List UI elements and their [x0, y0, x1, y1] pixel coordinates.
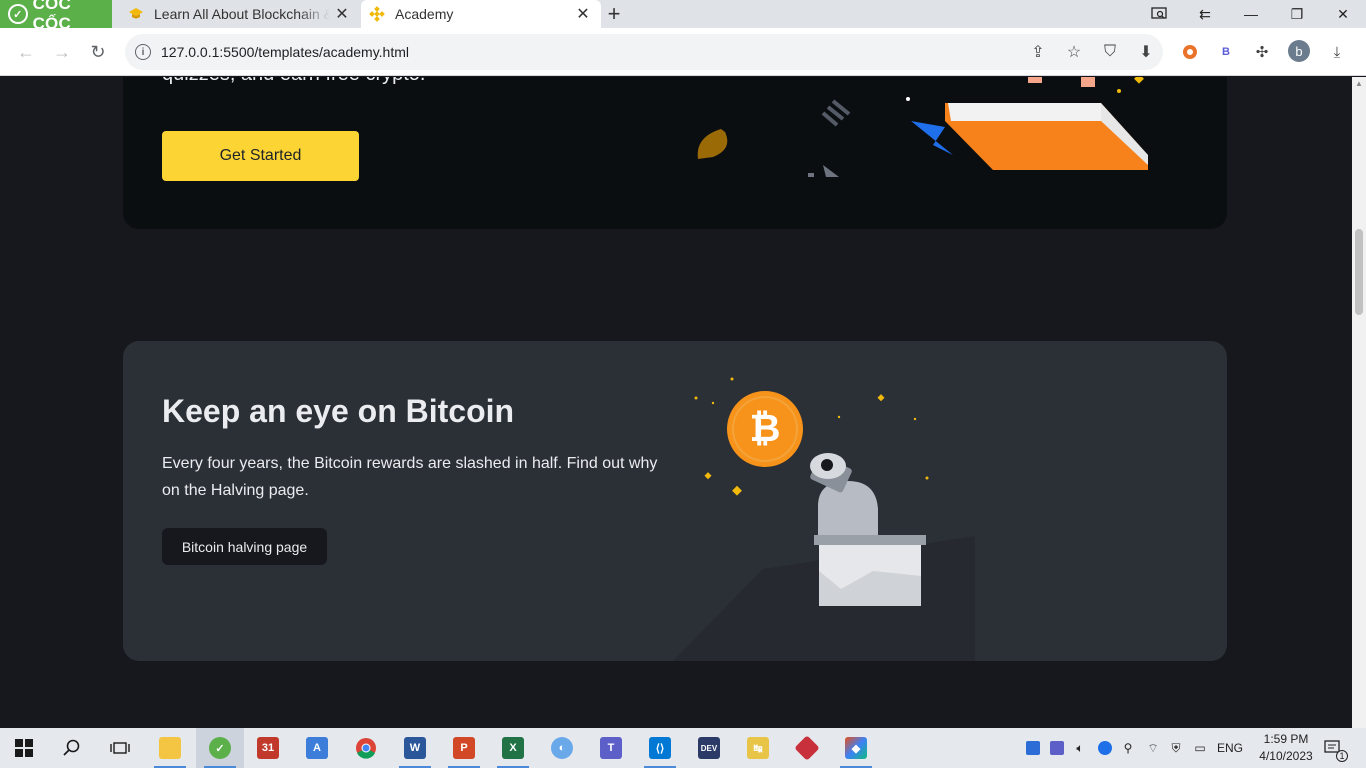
downloads-icon[interactable]: ⤓ — [1325, 40, 1349, 64]
share-icon[interactable]: ⇪ — [1026, 40, 1050, 64]
volume-icon[interactable]: 🔈︎ — [1071, 738, 1089, 758]
address-bar[interactable]: i 127.0.0.1:5500/templates/academy.html … — [125, 34, 1163, 70]
bitcoin-halving-button[interactable]: Bitcoin halving page — [162, 528, 327, 565]
bookmark-extension-icon[interactable]: B — [1214, 40, 1238, 64]
extensions-puzzle-icon[interactable]: ✣ — [1250, 40, 1274, 64]
network-disconnected-icon[interactable]: ⚲ — [1119, 738, 1137, 758]
zalo-tray-icon[interactable] — [1096, 738, 1114, 758]
bitcoin-card-description: Every four years, the Bitcoin rewards ar… — [162, 455, 658, 499]
reload-icon[interactable]: ↻ — [84, 38, 112, 66]
notification-count: 1 — [1336, 750, 1348, 762]
close-tab-icon[interactable]: ✕ — [571, 2, 595, 26]
windows-taskbar: ✓ 31 A W P X ◐ T ⟨⟩ DEV ↹ ◆ 🔈︎ ⚲ ⌔ ⛨ ▭ E… — [0, 728, 1366, 768]
wifi-icon[interactable]: ⌔ — [1144, 738, 1162, 758]
bitcoin-symbol: ₿ — [750, 408, 781, 450]
tab-learn-blockchain[interactable]: Learn All About Blockchain & ✕ — [116, 0, 360, 28]
file-explorer-icon[interactable] — [146, 728, 194, 768]
tab-title: Learn All About Blockchain & — [154, 6, 330, 22]
word-icon[interactable]: W — [391, 728, 439, 768]
git-tools-icon[interactable]: ◆ — [832, 728, 880, 768]
browser-logo[interactable]: ✓ CỐC CỐC — [0, 0, 112, 33]
calendar-app-icon[interactable]: 31 — [244, 728, 292, 768]
scrollbar-thumb[interactable] — [1355, 229, 1363, 315]
windows-security-icon[interactable]: ⛨ — [1167, 738, 1185, 758]
start-menu-icon[interactable] — [0, 728, 48, 768]
page-scrollbar[interactable]: ▲ — [1352, 77, 1366, 728]
tab-search-icon[interactable] — [1136, 0, 1182, 28]
observatory-illustration: ₿ — [673, 377, 975, 661]
download-page-icon[interactable]: ⬇ — [1134, 40, 1158, 64]
get-started-button[interactable]: Get Started — [162, 131, 359, 181]
tab-strip: ✓ CỐC CỐC Learn All About Blockchain & ✕… — [0, 0, 1366, 33]
bitcoin-halving-card: Keep an eye on Bitcoin Every four years,… — [123, 341, 1227, 661]
site-info-icon[interactable]: i — [135, 44, 151, 60]
shield-icon[interactable]: ⛉ — [1098, 40, 1122, 64]
coccoc-icon: ✓ — [8, 4, 28, 24]
teams-icon[interactable]: T — [587, 728, 635, 768]
hero-intro-text: quizzes, and earn free crypto. — [162, 77, 425, 86]
vscode-icon[interactable]: ⟨⟩ — [636, 728, 684, 768]
bitcoin-card-heading: Keep an eye on Bitcoin — [162, 393, 515, 429]
excel-icon[interactable]: X — [489, 728, 537, 768]
language-indicator[interactable]: ENG — [1214, 738, 1246, 758]
address-toolbar: ← → ↻ i 127.0.0.1:5500/templates/academy… — [0, 28, 1366, 76]
new-tab-button[interactable]: + — [602, 0, 626, 28]
back-icon[interactable]: ← — [12, 38, 40, 66]
coccoc-extension-icon[interactable] — [1178, 40, 1202, 64]
git-client-icon[interactable] — [783, 728, 831, 768]
powerpoint-icon[interactable]: P — [440, 728, 488, 768]
tab-academy[interactable]: Academy ✕ — [361, 0, 601, 28]
task-view-icon[interactable] — [96, 728, 144, 768]
tab-title: Academy — [395, 6, 454, 22]
file-transfer-icon[interactable]: ↹ — [734, 728, 782, 768]
paint-icon[interactable]: ◐ — [538, 728, 586, 768]
chrome-icon[interactable] — [342, 728, 390, 768]
notification-center-icon[interactable]: 1 — [1322, 738, 1348, 762]
academy-favicon-icon — [128, 6, 144, 22]
dev-home-icon[interactable]: DEV — [685, 728, 733, 768]
url-text: 127.0.0.1:5500/templates/academy.html — [161, 44, 410, 60]
coccoc-browser-icon[interactable]: ✓ — [196, 728, 244, 768]
document-viewer-icon[interactable]: A — [293, 728, 341, 768]
battery-icon[interactable]: ▭ — [1191, 738, 1209, 758]
page-viewport: quizzes, and earn free crypto. Get Start… — [0, 77, 1352, 728]
clock-time: 1:59 PM — [1263, 732, 1309, 746]
clock-date: 4/10/2023 — [1259, 749, 1313, 763]
store-tray-icon[interactable] — [1024, 738, 1042, 758]
forward-icon[interactable]: → — [48, 38, 76, 66]
bookmark-star-icon[interactable]: ☆ — [1062, 40, 1086, 64]
scroll-up-icon[interactable]: ▲ — [1355, 79, 1363, 88]
hero-illustration — [697, 77, 1148, 177]
teams-tray-icon[interactable] — [1048, 738, 1066, 758]
search-icon[interactable] — [48, 728, 96, 768]
close-window-icon[interactable]: ✕ — [1320, 0, 1366, 28]
binance-favicon-icon — [369, 6, 385, 22]
system-clock[interactable]: 1:59 PM 4/10/2023 — [1256, 731, 1316, 765]
profile-avatar[interactable]: b — [1288, 40, 1310, 62]
minimize-icon[interactable]: — — [1228, 0, 1274, 28]
back-forward-cache-icon[interactable]: ⇇ — [1182, 0, 1228, 28]
close-tab-icon[interactable]: ✕ — [330, 2, 354, 26]
restore-icon[interactable]: ❐ — [1274, 0, 1320, 28]
hero-card: quizzes, and earn free crypto. Get Start… — [123, 77, 1227, 229]
